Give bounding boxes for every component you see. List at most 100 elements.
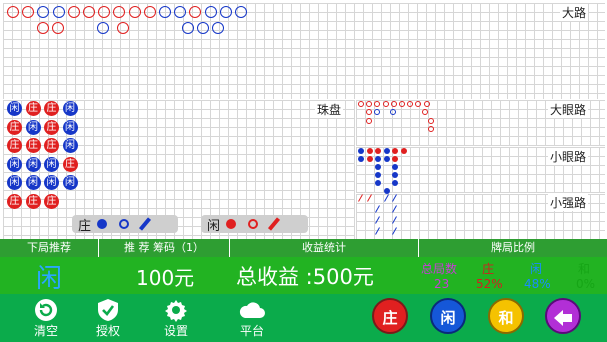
big-road-mark	[83, 6, 95, 18]
cockroach-road-label: 小强路	[548, 194, 589, 211]
big-road-mark	[219, 6, 232, 18]
total-hands-value: 23	[434, 277, 450, 291]
big-road-mark	[182, 22, 194, 34]
left-arrow-icon	[554, 310, 572, 326]
gear-icon	[152, 298, 200, 322]
bead-4-3: 闲	[62, 175, 78, 190]
big-eye-mark	[423, 101, 430, 107]
big-road-mark	[52, 22, 64, 34]
clear-label: 清空	[33, 324, 58, 338]
bead-0-2: 庄	[44, 101, 59, 116]
big-road-mark	[37, 22, 49, 34]
red-slash-icon	[267, 217, 281, 231]
small-road-mark	[383, 188, 390, 194]
bead-5-1: 庄	[25, 193, 41, 209]
big-road-grid	[3, 3, 605, 99]
cloud-icon	[228, 298, 276, 320]
bead-1-2: 庄	[44, 119, 59, 135]
auth-button[interactable]: 授权	[84, 298, 132, 339]
big-eye-mark	[399, 101, 405, 107]
big-eye-mark	[428, 126, 434, 132]
big-road-mark	[52, 6, 65, 18]
platform-button[interactable]: 平台	[228, 298, 276, 339]
big-eye-mark	[358, 101, 364, 107]
bead-5-2: 庄	[44, 193, 59, 209]
small-road-mark	[383, 148, 390, 154]
back-button[interactable]	[545, 298, 581, 334]
platform-label: 平台	[239, 324, 264, 338]
small-road-mark	[392, 172, 398, 178]
bead-2-1: 庄	[25, 138, 41, 153]
blue-ring-icon	[119, 219, 130, 229]
player-predict[interactable]: 闲	[201, 215, 308, 234]
red-dot-icon	[226, 219, 237, 229]
big-eye-mark	[422, 109, 428, 115]
tie-ratio-label: 和	[578, 262, 591, 276]
ratio-header: 牌局比例	[419, 239, 607, 257]
bead-1-3: 闲	[62, 119, 78, 135]
small-road-mark	[366, 156, 373, 162]
bead-0-1: 庄	[25, 101, 41, 116]
big-road-mark	[204, 6, 217, 18]
banker-predict[interactable]: 庄	[72, 215, 178, 234]
bead-4-1: 闲	[25, 175, 41, 190]
profit-header: 收益统计	[230, 239, 418, 257]
tie-ratio-value: 0%	[576, 277, 596, 291]
big-road-label: 大路	[560, 4, 589, 21]
small-road-label: 小眼路	[548, 148, 589, 165]
small-road-mark	[392, 148, 398, 154]
auth-label: 授权	[95, 324, 120, 338]
small-road-mark	[375, 180, 381, 186]
small-road-mark	[366, 148, 373, 154]
player-button[interactable]: 闲	[430, 298, 466, 334]
big-road-mark	[97, 22, 109, 34]
shield-check-icon	[84, 298, 132, 321]
big-eye-road-label: 大眼路	[548, 101, 589, 118]
settings-label: 设置	[163, 324, 188, 338]
big-road-mark	[117, 22, 129, 34]
settings-button[interactable]: 设置	[152, 298, 200, 339]
banker-ratio-value: 52%	[476, 277, 503, 291]
small-road-mark	[383, 156, 390, 162]
bead-2-2: 庄	[44, 138, 59, 153]
refresh-icon	[22, 298, 70, 321]
small-road-mark	[392, 156, 398, 162]
bead-plate-label: 珠盘	[315, 101, 344, 118]
big-eye-mark	[366, 118, 372, 124]
bead-3-3: 庄	[62, 156, 78, 172]
big-eye-mark	[374, 109, 380, 115]
banker-ratio-label: 庄	[482, 262, 495, 276]
big-eye-mark	[390, 109, 396, 115]
big-eye-mark	[390, 101, 397, 107]
chip-amount: 100元	[136, 266, 195, 290]
small-road-mark	[375, 148, 381, 154]
small-road-mark	[392, 164, 398, 170]
bead-4-2: 闲	[44, 175, 59, 190]
blue-dot-icon	[97, 219, 108, 229]
bead-3-1: 闲	[25, 156, 41, 172]
big-road-mark	[128, 6, 141, 18]
bead-4-0: 闲	[7, 175, 22, 190]
small-road-mark	[400, 148, 407, 154]
banker-predict-label: 庄	[78, 218, 92, 234]
banker-button[interactable]: 庄	[372, 298, 408, 334]
clear-button[interactable]: 清空	[22, 298, 70, 339]
small-road-mark	[358, 156, 364, 162]
big-road-mark	[67, 6, 80, 18]
bead-1-0: 庄	[7, 119, 22, 135]
small-road-mark	[375, 156, 381, 162]
small-road-mark	[358, 148, 364, 154]
tie-button[interactable]: 和	[488, 298, 524, 334]
player-ratio-value: 48%	[524, 277, 551, 291]
bead-5-0: 庄	[7, 193, 22, 209]
big-road-mark	[159, 6, 171, 18]
bead-3-2: 闲	[44, 156, 59, 172]
bead-2-3: 闲	[62, 138, 78, 153]
blue-slash-icon	[138, 217, 152, 231]
big-road-mark	[143, 6, 156, 18]
bead-0-0: 闲	[7, 101, 22, 116]
big-road-mark	[7, 6, 19, 18]
big-eye-mark	[428, 118, 434, 124]
big-eye-mark	[382, 101, 389, 107]
big-road-mark	[235, 6, 247, 18]
